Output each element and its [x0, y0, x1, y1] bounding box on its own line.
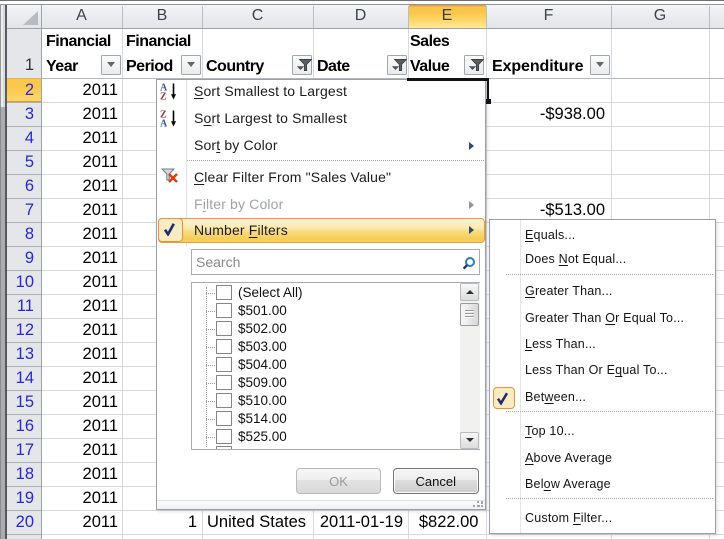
svg-text:A: A	[160, 119, 168, 128]
svg-text:Z: Z	[160, 92, 167, 101]
